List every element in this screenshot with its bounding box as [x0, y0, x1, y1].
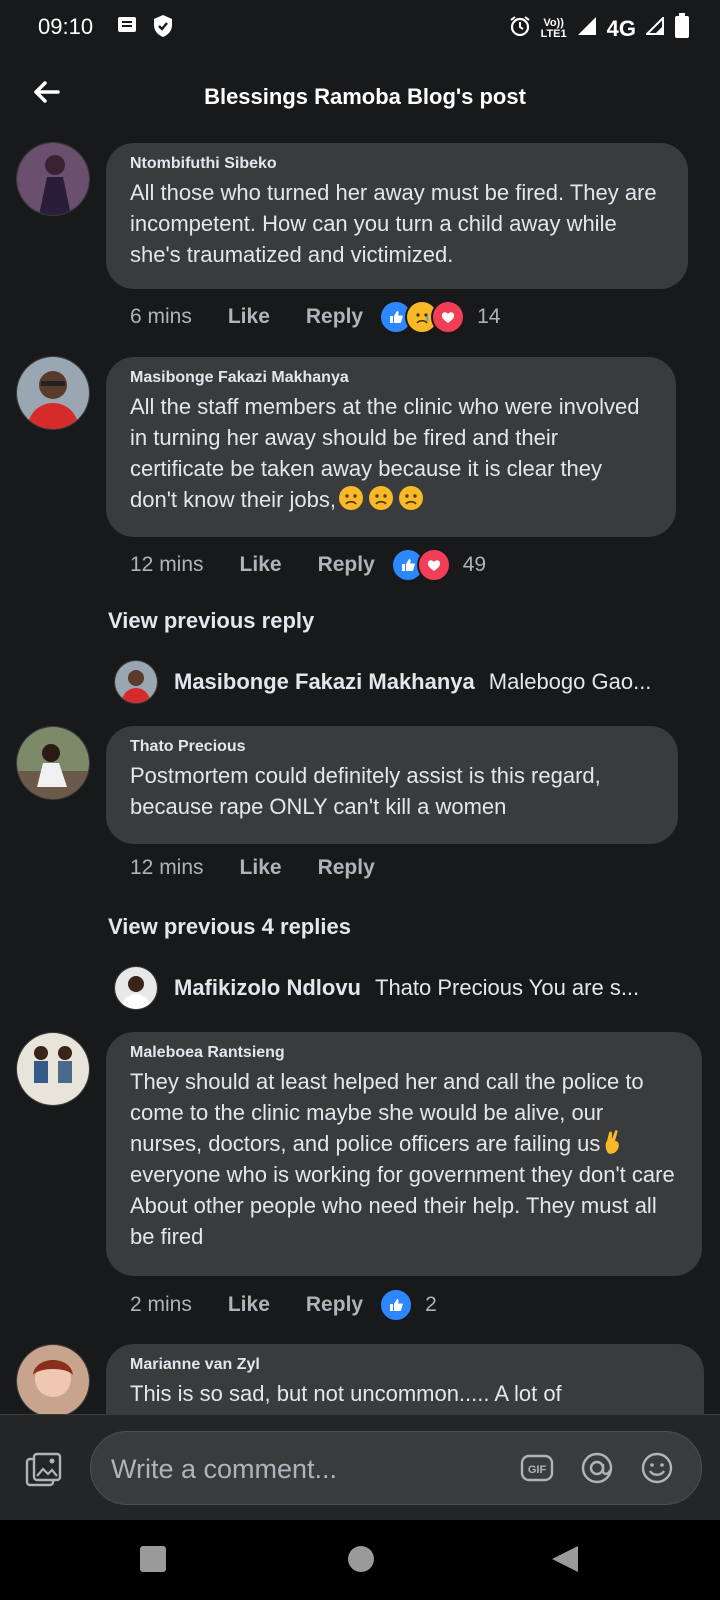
like-button[interactable]: Like	[228, 305, 270, 329]
comment-text: They should at least helped her and call…	[130, 1069, 675, 1249]
signal-icon	[644, 15, 664, 40]
system-navigation-bar	[0, 1520, 720, 1600]
commenter-name[interactable]: Thato Precious	[130, 738, 654, 756]
comment-time: 2 mins	[130, 1293, 192, 1316]
reply-button[interactable]: Reply	[306, 1293, 363, 1317]
frown-emoji-icon	[368, 485, 394, 511]
reaction-count[interactable]: 49	[463, 553, 486, 577]
comment-text: All the staff members at the clinic who …	[130, 394, 640, 512]
like-button[interactable]: Like	[228, 1293, 270, 1317]
post-header: Blessings Ramoba Blog's post	[0, 60, 720, 132]
comment-text: This is so sad, but not uncommon..... A …	[130, 1381, 562, 1406]
commenter-name[interactable]: Maleboea Rantsieng	[130, 1044, 678, 1062]
comment-bubble[interactable]: Thato Precious Postmortem could definite…	[106, 726, 678, 844]
gif-icon[interactable]: GIF	[519, 1450, 555, 1486]
comment-text: All those who turned her away must be fi…	[130, 180, 657, 267]
avatar[interactable]	[16, 142, 90, 216]
svg-text:GIF: GIF	[528, 1464, 547, 1476]
comment-actions: 12 mins Like Reply	[130, 856, 411, 880]
view-previous-replies[interactable]: View previous reply	[108, 608, 314, 634]
avatar[interactable]	[16, 1344, 90, 1418]
like-button[interactable]: Like	[240, 553, 282, 577]
crossed-fingers-emoji-icon	[602, 1129, 624, 1155]
reaction-count[interactable]: 14	[477, 305, 500, 329]
comment-actions: 2 mins Like Reply 2	[130, 1288, 437, 1322]
comment-bubble[interactable]: Masibonge Fakazi Makhanya All the staff …	[106, 357, 676, 537]
reaction-summary[interactable]	[379, 1288, 414, 1322]
reaction-count[interactable]: 2	[425, 1293, 437, 1317]
reply-button[interactable]: Reply	[318, 856, 375, 880]
alarm-icon	[509, 15, 531, 42]
reply-author: Masibonge Fakazi Makhanya	[174, 669, 475, 694]
avatar[interactable]	[16, 356, 90, 430]
network-type: 4G	[606, 15, 636, 41]
reply-button[interactable]: Reply	[306, 305, 363, 329]
reply-preview[interactable]: Mafikizolo Ndlovu Thato Precious You are…	[114, 966, 639, 1010]
status-time: 09:10	[38, 14, 94, 39]
mention-icon[interactable]	[579, 1450, 615, 1486]
avatar[interactable]	[16, 1032, 90, 1106]
frown-emoji-icon	[398, 485, 424, 511]
reaction-summary[interactable]	[390, 548, 451, 582]
recent-apps-button[interactable]	[138, 1544, 168, 1579]
love-reaction-icon	[431, 300, 466, 334]
commenter-name[interactable]: Marianne van Zyl	[130, 1356, 680, 1374]
comment-input[interactable]	[109, 1444, 493, 1494]
love-reaction-icon	[416, 548, 451, 582]
comment-actions: 6 mins Like Reply 14	[130, 300, 500, 334]
square-icon	[140, 1546, 166, 1572]
status-bar: 09:10 Vo)) LTE1 4G	[0, 0, 720, 52]
reaction-summary[interactable]	[379, 300, 466, 334]
reply-snippet: Malebogo Gao...	[488, 669, 652, 694]
home-button[interactable]	[346, 1544, 376, 1579]
triangle-back-icon	[552, 1546, 578, 1572]
volte-indicator: Vo)) LTE1	[540, 16, 567, 40]
commenter-name[interactable]: Masibonge Fakazi Makhanya	[130, 369, 652, 387]
frown-emoji-icon	[338, 485, 364, 511]
view-previous-replies[interactable]: View previous 4 replies	[108, 914, 351, 940]
emoji-icon[interactable]	[639, 1450, 675, 1486]
message-icon	[116, 14, 138, 43]
avatar	[114, 966, 158, 1010]
comment-bubble[interactable]: Ntombifuthi Sibeko All those who turned …	[106, 143, 688, 289]
comment-time: 12 mins	[130, 553, 204, 576]
comment-composer: GIF	[0, 1414, 720, 1521]
reply-author: Mafikizolo Ndlovu	[174, 975, 361, 1000]
page-title: Blessings Ramoba Blog's post	[204, 84, 526, 109]
avatar	[114, 660, 158, 704]
like-reaction-icon	[379, 1288, 414, 1322]
signal-icon	[577, 16, 597, 41]
comment-bubble[interactable]: Maleboea Rantsieng They should at least …	[106, 1032, 702, 1276]
photo-button[interactable]	[24, 1451, 64, 1491]
reply-snippet: Thato Precious You are s...	[375, 975, 640, 1000]
shield-icon	[152, 14, 174, 43]
commenter-name[interactable]: Ntombifuthi Sibeko	[130, 155, 664, 173]
battery-icon	[674, 13, 690, 44]
comment-time: 6 mins	[130, 305, 192, 328]
comment-text: Postmortem could definitely assist is th…	[130, 763, 601, 819]
reply-preview[interactable]: Masibonge Fakazi Makhanya Malebogo Gao..…	[114, 660, 651, 704]
circle-icon	[348, 1546, 374, 1572]
photo-icon	[25, 1452, 62, 1487]
comment-field[interactable]: GIF	[90, 1431, 702, 1505]
comment-time: 12 mins	[130, 856, 204, 879]
reply-button[interactable]: Reply	[318, 553, 375, 577]
like-button[interactable]: Like	[240, 856, 282, 880]
back-nav-button[interactable]	[550, 1544, 580, 1579]
comment-actions: 12 mins Like Reply 49	[130, 548, 486, 582]
avatar[interactable]	[16, 726, 90, 800]
